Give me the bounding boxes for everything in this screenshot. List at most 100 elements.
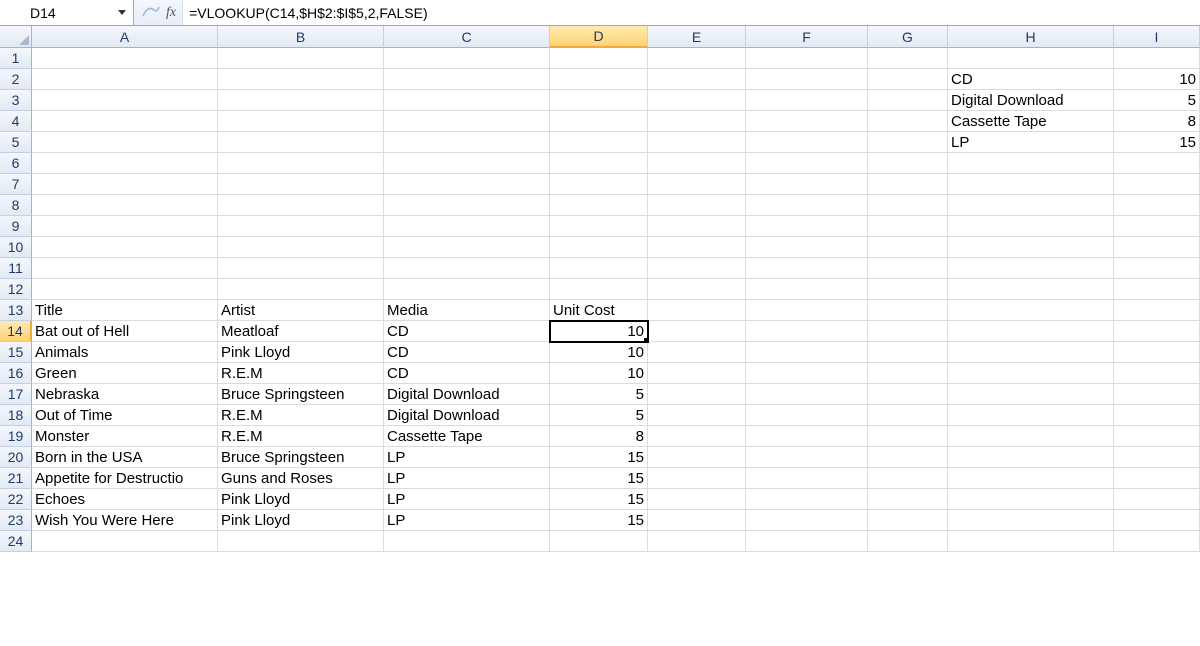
cell-F7[interactable]	[746, 174, 868, 195]
cell-I2[interactable]: 10	[1114, 69, 1200, 90]
cell-F16[interactable]	[746, 363, 868, 384]
cell-I22[interactable]	[1114, 489, 1200, 510]
cell-C13[interactable]: Media	[384, 300, 550, 321]
cell-H10[interactable]	[948, 237, 1114, 258]
cell-I8[interactable]	[1114, 195, 1200, 216]
cell-D15[interactable]: 10	[550, 342, 648, 363]
cell-F24[interactable]	[746, 531, 868, 552]
cell-C1[interactable]	[384, 48, 550, 69]
cell-I11[interactable]	[1114, 258, 1200, 279]
cell-G14[interactable]	[868, 321, 948, 342]
fx-icon[interactable]: fx	[166, 5, 176, 21]
cell-B19[interactable]: R.E.M	[218, 426, 384, 447]
row-header-16[interactable]: 16	[0, 363, 32, 384]
cell-G1[interactable]	[868, 48, 948, 69]
cell-F9[interactable]	[746, 216, 868, 237]
cell-A4[interactable]	[32, 111, 218, 132]
column-header-F[interactable]: F	[746, 26, 868, 48]
cell-F17[interactable]	[746, 384, 868, 405]
row-header-24[interactable]: 24	[0, 531, 32, 552]
cell-E9[interactable]	[648, 216, 746, 237]
cell-F19[interactable]	[746, 426, 868, 447]
cell-B24[interactable]	[218, 531, 384, 552]
cell-C24[interactable]	[384, 531, 550, 552]
cell-E7[interactable]	[648, 174, 746, 195]
cell-E2[interactable]	[648, 69, 746, 90]
cell-I18[interactable]	[1114, 405, 1200, 426]
cell-F10[interactable]	[746, 237, 868, 258]
cell-B11[interactable]	[218, 258, 384, 279]
cell-I3[interactable]: 5	[1114, 90, 1200, 111]
cell-F22[interactable]	[746, 489, 868, 510]
cell-I15[interactable]	[1114, 342, 1200, 363]
cell-G5[interactable]	[868, 132, 948, 153]
cell-G10[interactable]	[868, 237, 948, 258]
cell-H3[interactable]: Digital Download	[948, 90, 1114, 111]
cell-E24[interactable]	[648, 531, 746, 552]
row-header-14[interactable]: 14	[0, 321, 32, 342]
cell-D10[interactable]	[550, 237, 648, 258]
cell-G20[interactable]	[868, 447, 948, 468]
cell-G3[interactable]	[868, 90, 948, 111]
row-header-17[interactable]: 17	[0, 384, 32, 405]
cell-B4[interactable]	[218, 111, 384, 132]
cell-A13[interactable]: Title	[32, 300, 218, 321]
row-header-19[interactable]: 19	[0, 426, 32, 447]
cell-G2[interactable]	[868, 69, 948, 90]
cell-I14[interactable]	[1114, 321, 1200, 342]
cell-B23[interactable]: Pink Lloyd	[218, 510, 384, 531]
cell-E20[interactable]	[648, 447, 746, 468]
cancel-curve-icon[interactable]	[142, 4, 160, 21]
row-header-15[interactable]: 15	[0, 342, 32, 363]
row-header-2[interactable]: 2	[0, 69, 32, 90]
row-header-21[interactable]: 21	[0, 468, 32, 489]
row-header-3[interactable]: 3	[0, 90, 32, 111]
row-header-18[interactable]: 18	[0, 405, 32, 426]
cell-B13[interactable]: Artist	[218, 300, 384, 321]
column-header-G[interactable]: G	[868, 26, 948, 48]
cell-E15[interactable]	[648, 342, 746, 363]
row-header-8[interactable]: 8	[0, 195, 32, 216]
cell-A18[interactable]: Out of Time	[32, 405, 218, 426]
cell-D12[interactable]	[550, 279, 648, 300]
cell-D3[interactable]	[550, 90, 648, 111]
cell-D20[interactable]: 15	[550, 447, 648, 468]
cell-G18[interactable]	[868, 405, 948, 426]
column-header-C[interactable]: C	[384, 26, 550, 48]
cell-D21[interactable]: 15	[550, 468, 648, 489]
row-header-1[interactable]: 1	[0, 48, 32, 69]
cell-E16[interactable]	[648, 363, 746, 384]
cell-H14[interactable]	[948, 321, 1114, 342]
cell-G23[interactable]	[868, 510, 948, 531]
cell-H22[interactable]	[948, 489, 1114, 510]
cell-H15[interactable]	[948, 342, 1114, 363]
cell-H16[interactable]	[948, 363, 1114, 384]
cell-E1[interactable]	[648, 48, 746, 69]
formula-input[interactable]: =VLOOKUP(C14,$H$2:$I$5,2,FALSE)	[183, 0, 1200, 25]
row-header-12[interactable]: 12	[0, 279, 32, 300]
cell-G21[interactable]	[868, 468, 948, 489]
cell-A19[interactable]: Monster	[32, 426, 218, 447]
column-header-I[interactable]: I	[1114, 26, 1200, 48]
cell-H23[interactable]	[948, 510, 1114, 531]
cell-D5[interactable]	[550, 132, 648, 153]
cell-E21[interactable]	[648, 468, 746, 489]
cell-C5[interactable]	[384, 132, 550, 153]
cell-D8[interactable]	[550, 195, 648, 216]
cell-I24[interactable]	[1114, 531, 1200, 552]
cell-A22[interactable]: Echoes	[32, 489, 218, 510]
cell-F18[interactable]	[746, 405, 868, 426]
cell-E17[interactable]	[648, 384, 746, 405]
cell-C8[interactable]	[384, 195, 550, 216]
cell-I13[interactable]	[1114, 300, 1200, 321]
cell-G9[interactable]	[868, 216, 948, 237]
cell-G4[interactable]	[868, 111, 948, 132]
cell-F3[interactable]	[746, 90, 868, 111]
cell-I16[interactable]	[1114, 363, 1200, 384]
cell-B8[interactable]	[218, 195, 384, 216]
cell-C9[interactable]	[384, 216, 550, 237]
cell-G24[interactable]	[868, 531, 948, 552]
cell-F21[interactable]	[746, 468, 868, 489]
cell-A21[interactable]: Appetite for Destructio	[32, 468, 218, 489]
cell-F20[interactable]	[746, 447, 868, 468]
